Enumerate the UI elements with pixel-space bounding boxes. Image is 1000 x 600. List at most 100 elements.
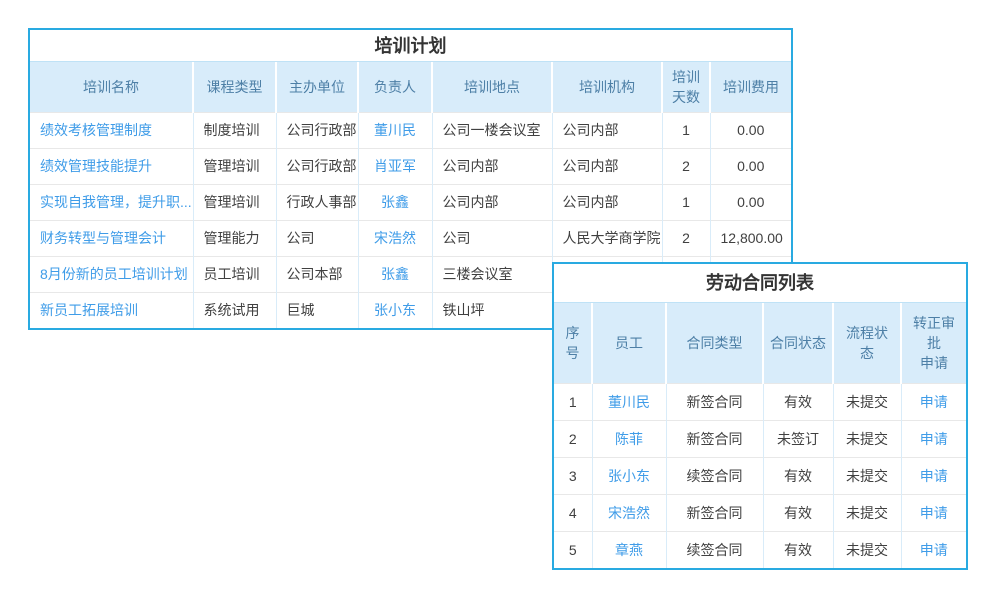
location-cell: 公司内部 bbox=[432, 184, 552, 220]
apply-link[interactable]: 申请 bbox=[920, 542, 948, 558]
contract-type-cell: 新签合同 bbox=[666, 383, 763, 420]
days-cell: 2 bbox=[662, 220, 710, 256]
table-row: 2 陈菲 新签合同 未签订 未提交 申请 bbox=[554, 420, 966, 457]
host-unit-cell: 行政人事部 bbox=[276, 184, 358, 220]
contract-type-cell: 续签合同 bbox=[666, 457, 763, 494]
owner-link[interactable]: 董川民 bbox=[374, 122, 416, 138]
host-unit-cell: 公司行政部 bbox=[276, 112, 358, 148]
training-name-link[interactable]: 财务转型与管理会计 bbox=[40, 230, 166, 246]
cost-cell: 0.00 bbox=[710, 112, 791, 148]
agency-cell: 人民大学商学院 bbox=[552, 220, 662, 256]
days-cell: 1 bbox=[662, 112, 710, 148]
col-header-employee: 员工 bbox=[592, 303, 666, 383]
cost-cell: 0.00 bbox=[710, 184, 791, 220]
col-header-location: 培训地点 bbox=[432, 62, 552, 112]
employee-link[interactable]: 董川民 bbox=[608, 394, 650, 410]
labor-contract-table: 序号 员工 合同类型 合同状态 流程状 态 转正审批 申请 1 董川民 新签合同… bbox=[554, 303, 966, 568]
course-type-cell: 制度培训 bbox=[193, 112, 276, 148]
location-cell: 公司内部 bbox=[432, 148, 552, 184]
index-cell: 4 bbox=[554, 494, 592, 531]
location-cell: 公司一楼会议室 bbox=[432, 112, 552, 148]
flow-status-cell: 未提交 bbox=[833, 383, 901, 420]
apply-link[interactable]: 申请 bbox=[920, 468, 948, 484]
course-type-cell: 管理培训 bbox=[193, 184, 276, 220]
contract-header-row: 序号 员工 合同类型 合同状态 流程状 态 转正审批 申请 bbox=[554, 303, 966, 383]
col-header-agency: 培训机构 bbox=[552, 62, 662, 112]
host-unit-cell: 公司 bbox=[276, 220, 358, 256]
employee-link[interactable]: 陈菲 bbox=[615, 431, 643, 447]
training-name-link[interactable]: 新员工拓展培训 bbox=[40, 302, 138, 318]
col-header-contract-type: 合同类型 bbox=[666, 303, 763, 383]
training-name-link[interactable]: 8月份新的员工培训计划 bbox=[40, 266, 188, 282]
location-cell: 公司 bbox=[432, 220, 552, 256]
labor-contract-card: 劳动合同列表 序号 员工 合同类型 合同状态 流程状 态 转正审批 申请 1 董… bbox=[552, 262, 968, 570]
employee-link[interactable]: 章燕 bbox=[615, 542, 643, 558]
agency-cell: 公司内部 bbox=[552, 148, 662, 184]
agency-cell: 公司内部 bbox=[552, 184, 662, 220]
employee-link[interactable]: 张小东 bbox=[608, 468, 650, 484]
contract-status-cell: 有效 bbox=[763, 531, 833, 568]
training-name-link[interactable]: 绩效考核管理制度 bbox=[40, 122, 152, 138]
flow-status-cell: 未提交 bbox=[833, 420, 901, 457]
index-cell: 3 bbox=[554, 457, 592, 494]
owner-link[interactable]: 张小东 bbox=[374, 302, 416, 318]
agency-cell: 公司内部 bbox=[552, 112, 662, 148]
table-row: 绩效管理技能提升 管理培训 公司行政部 肖亚军 公司内部 公司内部 2 0.00 bbox=[30, 148, 791, 184]
flow-status-cell: 未提交 bbox=[833, 457, 901, 494]
contract-type-cell: 新签合同 bbox=[666, 494, 763, 531]
cost-cell: 12,800.00 bbox=[710, 220, 791, 256]
col-header-index: 序号 bbox=[554, 303, 592, 383]
course-type-cell: 管理能力 bbox=[193, 220, 276, 256]
table-row: 4 宋浩然 新签合同 有效 未提交 申请 bbox=[554, 494, 966, 531]
col-header-host-unit: 主办单位 bbox=[276, 62, 358, 112]
table-row: 实现自我管理，提升职... 管理培训 行政人事部 张鑫 公司内部 公司内部 1 … bbox=[30, 184, 791, 220]
apply-link[interactable]: 申请 bbox=[920, 431, 948, 447]
col-header-approval-apply: 转正审批 申请 bbox=[901, 303, 966, 383]
table-row: 财务转型与管理会计 管理能力 公司 宋浩然 公司 人民大学商学院 2 12,80… bbox=[30, 220, 791, 256]
course-type-cell: 员工培训 bbox=[193, 256, 276, 292]
apply-link[interactable]: 申请 bbox=[920, 505, 948, 521]
course-type-cell: 系统试用 bbox=[193, 292, 276, 328]
labor-contract-title: 劳动合同列表 bbox=[554, 264, 966, 303]
table-row: 5 章燕 续签合同 有效 未提交 申请 bbox=[554, 531, 966, 568]
training-plan-title: 培训计划 bbox=[30, 30, 791, 62]
col-header-days: 培训 天数 bbox=[662, 62, 710, 112]
training-header-row: 培训名称 课程类型 主办单位 负责人 培训地点 培训机构 培训 天数 培训费用 bbox=[30, 62, 791, 112]
contract-status-cell: 有效 bbox=[763, 494, 833, 531]
host-unit-cell: 巨城 bbox=[276, 292, 358, 328]
contract-status-cell: 有效 bbox=[763, 383, 833, 420]
days-cell: 2 bbox=[662, 148, 710, 184]
index-cell: 5 bbox=[554, 531, 592, 568]
location-cell: 三楼会议室 bbox=[432, 256, 552, 292]
course-type-cell: 管理培训 bbox=[193, 148, 276, 184]
flow-status-cell: 未提交 bbox=[833, 494, 901, 531]
index-cell: 2 bbox=[554, 420, 592, 457]
col-header-flow-status: 流程状 态 bbox=[833, 303, 901, 383]
employee-link[interactable]: 宋浩然 bbox=[608, 505, 650, 521]
cost-cell: 0.00 bbox=[710, 148, 791, 184]
col-header-contract-status: 合同状态 bbox=[763, 303, 833, 383]
table-row: 3 张小东 续签合同 有效 未提交 申请 bbox=[554, 457, 966, 494]
contract-status-cell: 未签订 bbox=[763, 420, 833, 457]
days-cell: 1 bbox=[662, 184, 710, 220]
col-header-cost: 培训费用 bbox=[710, 62, 791, 112]
owner-link[interactable]: 宋浩然 bbox=[374, 230, 416, 246]
owner-link[interactable]: 张鑫 bbox=[381, 266, 409, 282]
owner-link[interactable]: 张鑫 bbox=[381, 194, 409, 210]
col-header-course-type: 课程类型 bbox=[193, 62, 276, 112]
col-header-training-name: 培训名称 bbox=[30, 62, 193, 112]
training-name-link[interactable]: 实现自我管理，提升职... bbox=[40, 194, 192, 210]
contract-type-cell: 新签合同 bbox=[666, 420, 763, 457]
contract-status-cell: 有效 bbox=[763, 457, 833, 494]
col-header-owner: 负责人 bbox=[358, 62, 432, 112]
table-row: 绩效考核管理制度 制度培训 公司行政部 董川民 公司一楼会议室 公司内部 1 0… bbox=[30, 112, 791, 148]
training-name-link[interactable]: 绩效管理技能提升 bbox=[40, 158, 152, 174]
owner-link[interactable]: 肖亚军 bbox=[374, 158, 416, 174]
apply-link[interactable]: 申请 bbox=[920, 394, 948, 410]
flow-status-cell: 未提交 bbox=[833, 531, 901, 568]
contract-type-cell: 续签合同 bbox=[666, 531, 763, 568]
table-row: 1 董川民 新签合同 有效 未提交 申请 bbox=[554, 383, 966, 420]
location-cell: 铁山坪 bbox=[432, 292, 552, 328]
host-unit-cell: 公司行政部 bbox=[276, 148, 358, 184]
host-unit-cell: 公司本部 bbox=[276, 256, 358, 292]
